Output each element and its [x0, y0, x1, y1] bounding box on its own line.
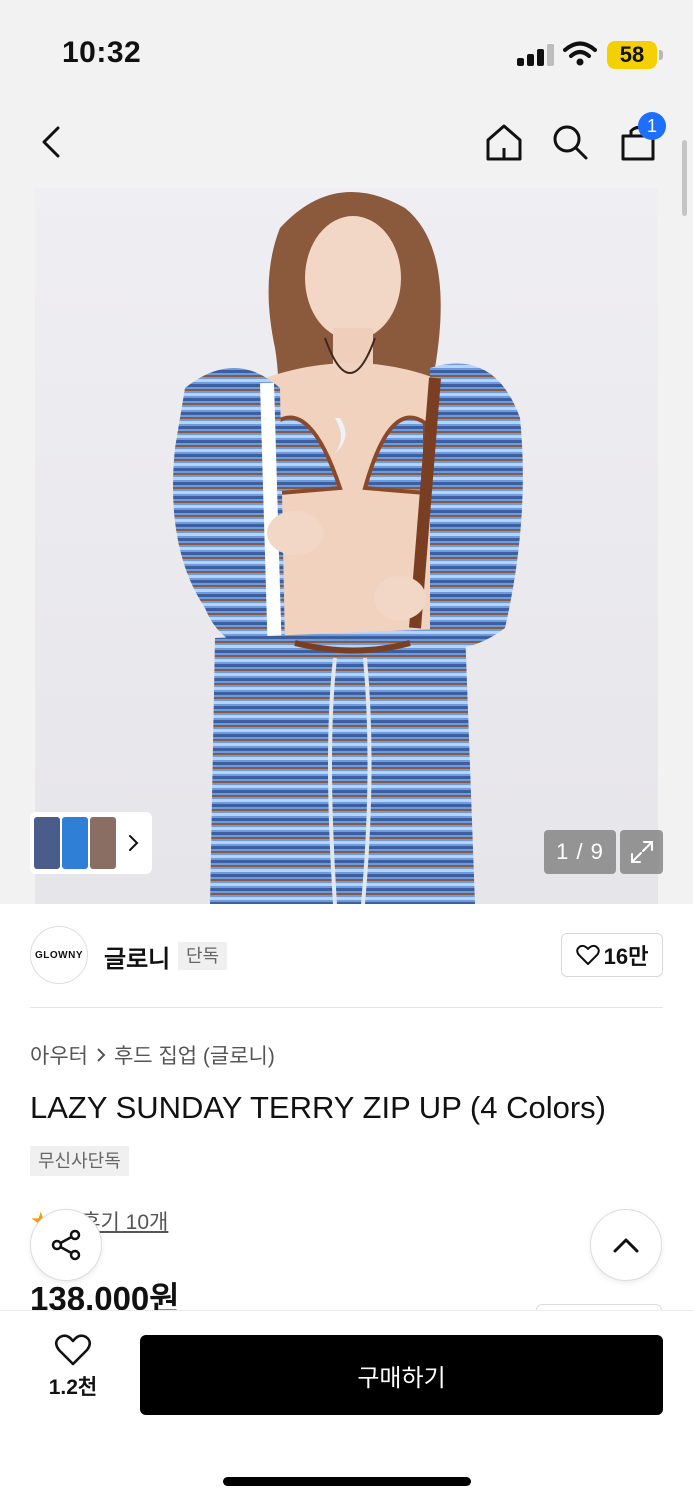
breadcrumb-item-hood-zip[interactable]: 후드 집업 (글로니) — [114, 1040, 275, 1070]
status-time: 10:32 — [62, 36, 142, 69]
scroll-indicator[interactable] — [682, 140, 687, 216]
wishlist-button[interactable]: 1.2천 — [30, 1333, 116, 1415]
wifi-icon — [563, 41, 597, 66]
thumbnail-3[interactable] — [90, 817, 116, 869]
scroll-to-top-button[interactable] — [590, 1209, 662, 1281]
share-button[interactable] — [30, 1209, 102, 1281]
search-button[interactable] — [546, 118, 594, 166]
heart-icon — [575, 944, 600, 965]
breadcrumb-item-outer[interactable]: 아우터 — [30, 1040, 88, 1070]
cart-button[interactable]: 1 — [614, 112, 666, 166]
battery-icon: 58 — [607, 41, 663, 69]
search-icon — [553, 125, 588, 160]
brand-name[interactable]: 글로니 — [104, 939, 170, 974]
top-nav-bar: 1 — [0, 100, 693, 188]
brand-logo[interactable]: GLOWNY — [30, 926, 88, 984]
thumbnail-1[interactable] — [34, 817, 60, 869]
share-icon — [51, 1229, 81, 1261]
brand-like-count: 16만 — [603, 944, 649, 969]
chevron-right-icon — [129, 835, 139, 851]
back-icon — [42, 126, 60, 158]
status-bar: 10:32 58 — [0, 0, 693, 100]
thumbnail-strip[interactable] — [30, 812, 152, 874]
chevron-right-icon — [97, 1048, 106, 1062]
brand-like-button[interactable]: 16만 — [561, 933, 663, 977]
divider — [30, 1007, 663, 1008]
image-counter: 1 / 9 — [544, 830, 616, 874]
musinsa-exclusive-tag: 무신사단독 — [30, 1146, 129, 1176]
breadcrumb: 아우터 후드 집업 (글로니) — [30, 1040, 275, 1070]
product-photo-illustration — [35, 188, 658, 904]
buy-button[interactable]: 구매하기 — [140, 1335, 663, 1415]
chevron-up-icon — [613, 1238, 639, 1253]
product-image[interactable] — [35, 188, 658, 904]
bottom-action-bar: 1.2천 구매하기 — [0, 1310, 693, 1500]
expand-image-button[interactable] — [620, 830, 663, 874]
home-indicator — [223, 1477, 471, 1486]
cart-count-badge: 1 — [638, 112, 666, 140]
product-title: LAZY SUNDAY TERRY ZIP UP (4 Colors) — [30, 1090, 606, 1125]
wishlist-count: 1.2천 — [48, 1376, 98, 1399]
thumbnail-2[interactable] — [62, 817, 88, 869]
home-button[interactable] — [480, 118, 528, 166]
back-button[interactable] — [28, 118, 76, 166]
signal-icon — [517, 44, 555, 66]
brand-exclusive-tag: 단독 — [178, 942, 228, 970]
heart-icon — [54, 1334, 92, 1366]
home-icon — [486, 124, 522, 161]
expand-icon — [630, 841, 653, 863]
